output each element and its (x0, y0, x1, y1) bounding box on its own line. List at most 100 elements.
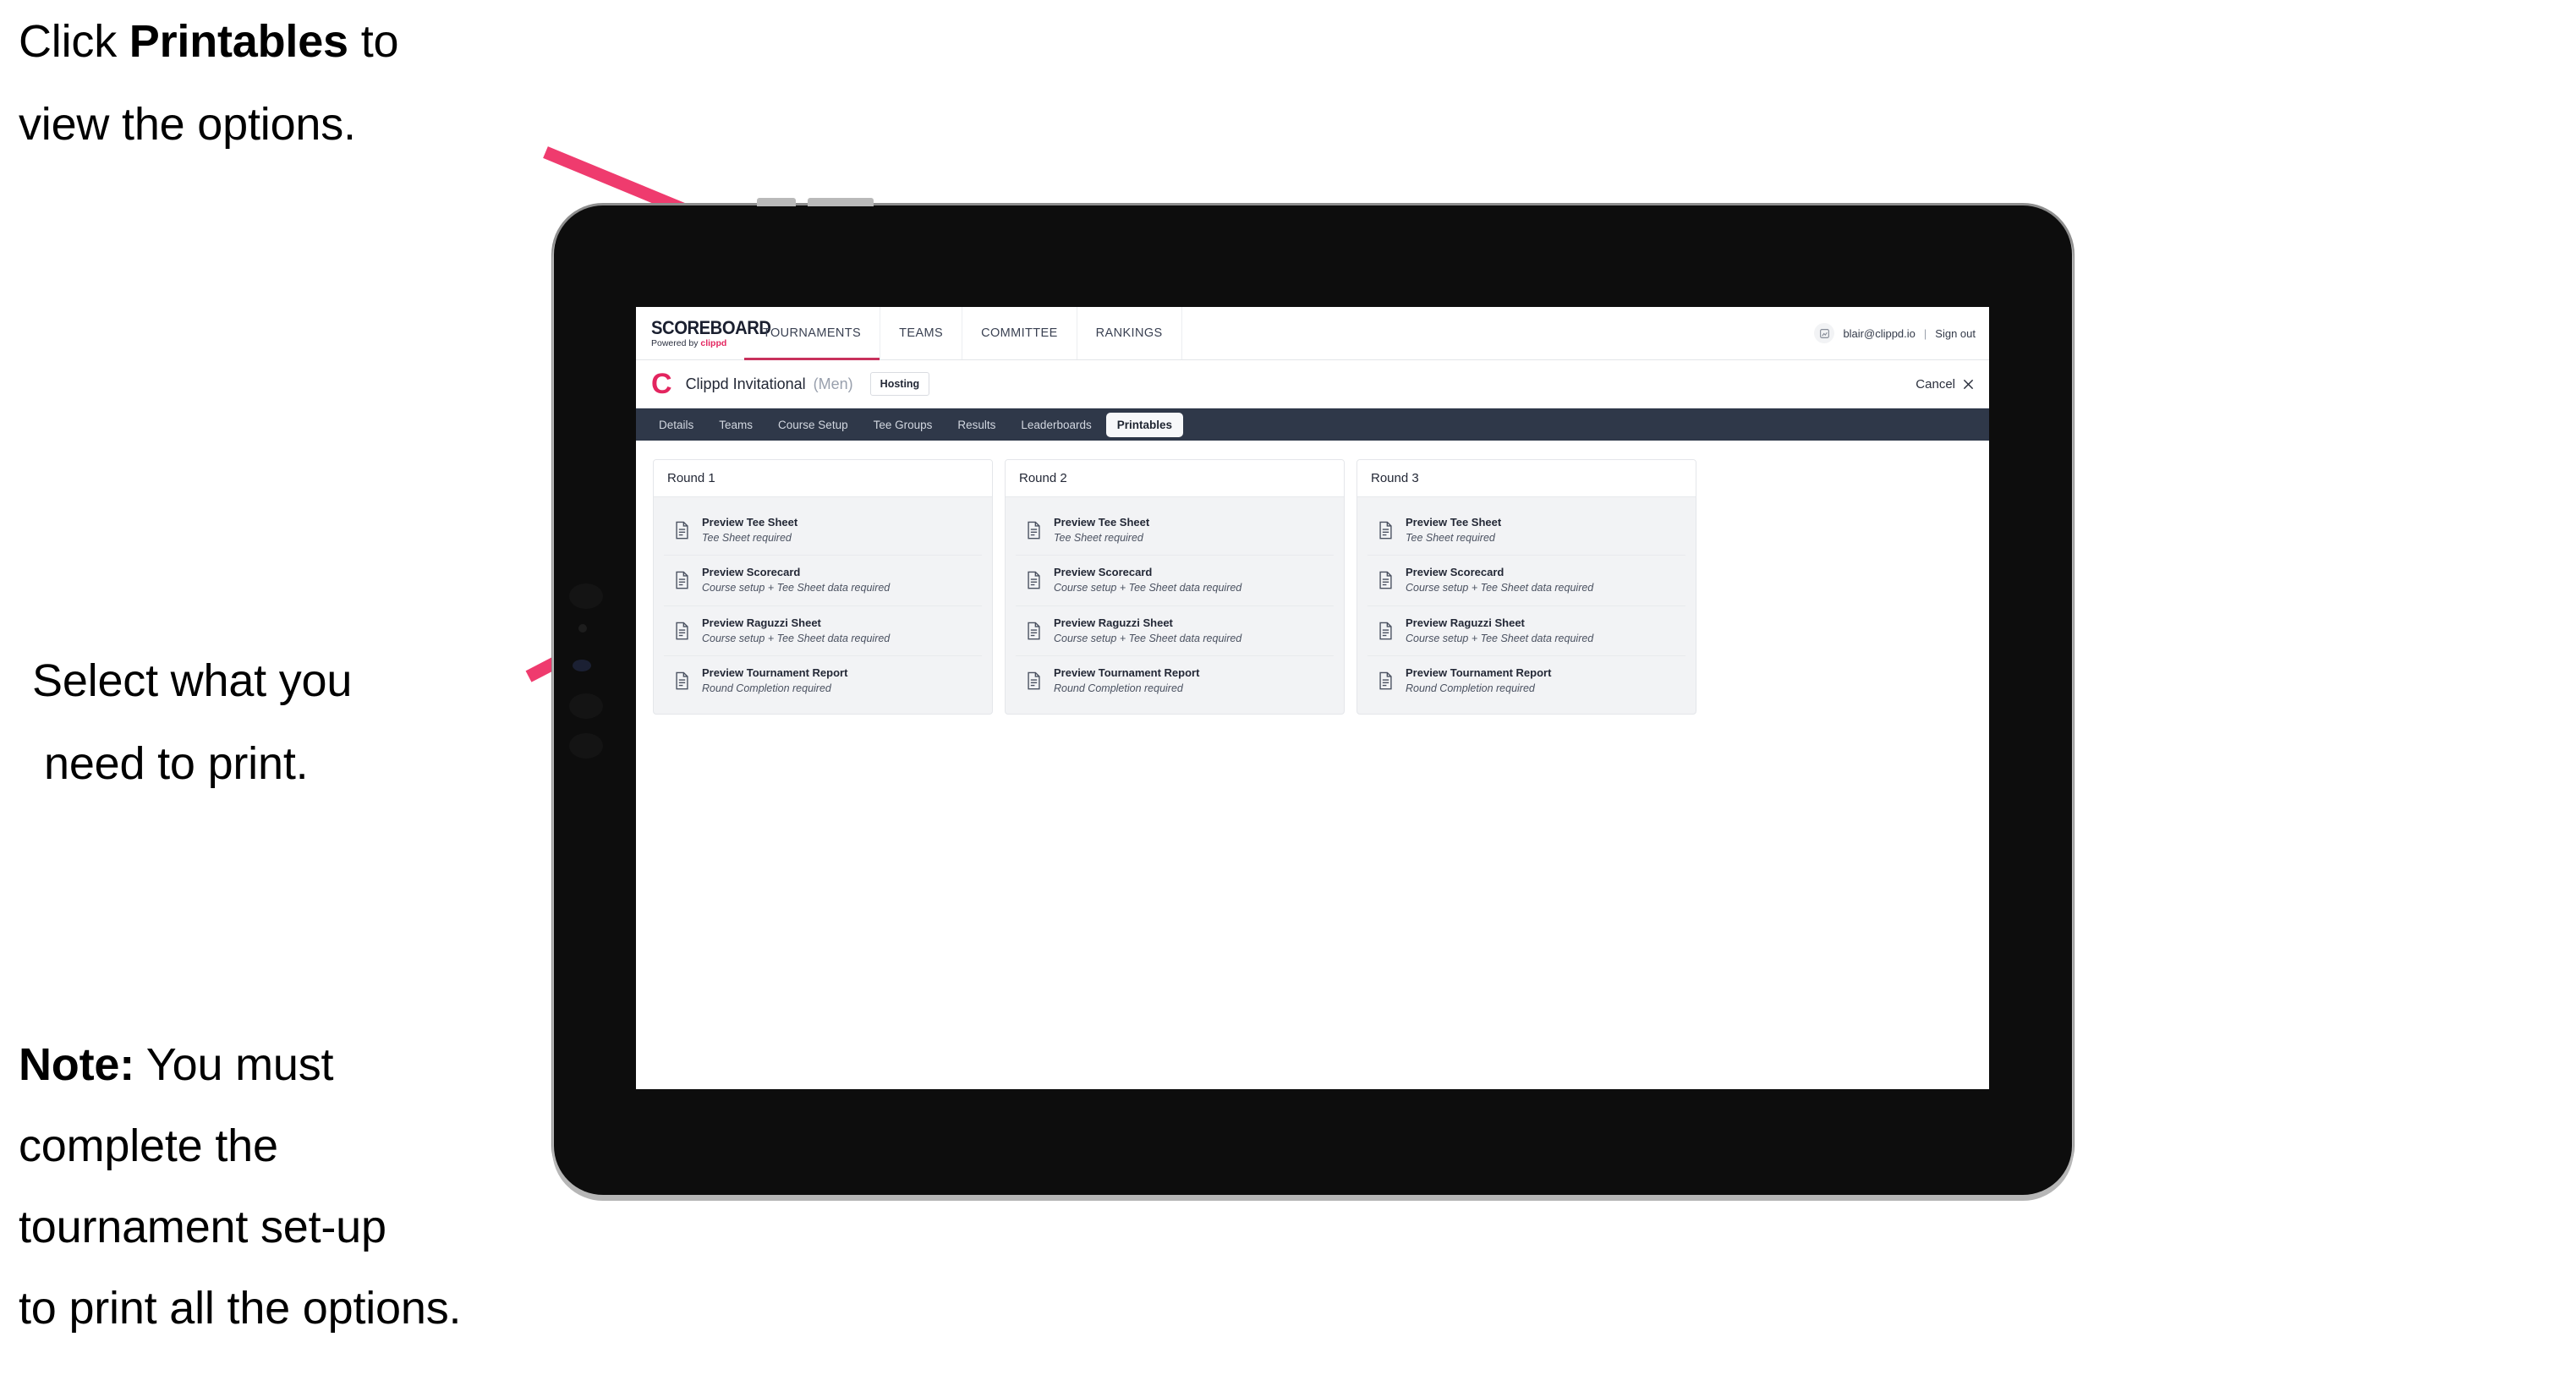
tablet-device: SCOREBOARD Powered by clippd TOURNAMENTS… (554, 198, 2072, 1195)
topnav-user-area: blair@clippd.io | Sign out (1814, 307, 1989, 359)
user-email-label: blair@clippd.io (1843, 326, 1916, 340)
sign-out-link[interactable]: Sign out (1935, 327, 1976, 340)
round-card-body: Preview Tee Sheet Tee Sheet required Pre… (1357, 497, 1696, 714)
instruction-step-2: Select what you need to print. (32, 658, 590, 786)
document-icon (1379, 572, 1392, 589)
printable-item-subtitle: Course setup + Tee Sheet data required (1054, 582, 1242, 594)
printable-item-scorecard[interactable]: Preview Scorecard Course setup + Tee She… (1016, 556, 1334, 606)
subtab-teams[interactable]: Teams (708, 413, 764, 437)
subtab-tee-groups[interactable]: Tee Groups (863, 413, 944, 437)
printables-content: Round 1 Preview Tee Sheet Tee Sheet requ… (636, 441, 1989, 734)
side-button-bottom[interactable] (569, 733, 603, 759)
document-icon (1379, 671, 1392, 690)
subtab-teams-label: Teams (719, 418, 754, 431)
printable-item-raguzzi-sheet[interactable]: Preview Raguzzi Sheet Course setup + Tee… (1016, 606, 1334, 656)
document-icon (676, 521, 688, 540)
subtab-details-label: Details (659, 418, 694, 431)
subtab-printables[interactable]: Printables (1105, 412, 1184, 437)
brand-subtitle: Powered by clippd (651, 339, 744, 348)
printable-item-subtitle: Course setup + Tee Sheet data required (1406, 582, 1594, 594)
user-avatar-icon[interactable] (1814, 323, 1835, 343)
subtab-leaderboards[interactable]: Leaderboards (1010, 413, 1102, 437)
printable-item-subtitle: Round Completion required (702, 682, 831, 694)
printable-item-tournament-report[interactable]: Preview Tournament Report Round Completi… (664, 656, 982, 705)
printable-item-title: Preview Raguzzi Sheet (1054, 616, 1173, 629)
note-line3: tournament set-up (19, 1202, 386, 1252)
round-card-header: Round 1 (654, 460, 992, 497)
subtab-printables-label: Printables (1116, 418, 1173, 431)
document-icon (1028, 671, 1040, 690)
tournament-gender: (Men) (813, 375, 853, 392)
printable-item-subtitle: Round Completion required (1054, 682, 1183, 694)
tournament-subtab-bar: Details Teams Course Setup Tee Groups Re… (636, 408, 1989, 441)
printable-item-title: Preview Scorecard (1406, 566, 1504, 579)
printable-item-title: Preview Tournament Report (1054, 666, 1200, 679)
printable-item-tournament-report[interactable]: Preview Tournament Report Round Completi… (1367, 656, 1685, 705)
printable-item-scorecard[interactable]: Preview Scorecard Course setup + Tee She… (1367, 556, 1685, 606)
nav-tab-rankings-label: RANKINGS (1095, 326, 1163, 340)
powered-by-prefix: Powered by (651, 337, 701, 348)
subtab-results[interactable]: Results (946, 413, 1006, 437)
printable-item-raguzzi-sheet[interactable]: Preview Raguzzi Sheet Course setup + Tee… (1367, 606, 1685, 656)
printable-item-title: Preview Tournament Report (1406, 666, 1552, 679)
printable-item-subtitle: Course setup + Tee Sheet data required (1054, 632, 1242, 644)
clippd-logo-icon[interactable]: C (651, 370, 672, 398)
instruction-step-1-bold: Printables (129, 16, 348, 67)
document-icon (676, 671, 688, 690)
subtab-details[interactable]: Details (648, 413, 704, 437)
nav-tab-rankings[interactable]: RANKINGS (1077, 307, 1182, 359)
printable-item-subtitle: Tee Sheet required (702, 531, 792, 544)
printable-item-title: Preview Scorecard (1054, 566, 1153, 579)
nav-tab-committee[interactable]: COMMITTEE (962, 307, 1077, 359)
subtab-leaderboards-label: Leaderboards (1021, 418, 1092, 431)
subtab-results-label: Results (957, 418, 996, 431)
nav-tab-tournaments-label: TOURNAMENTS (763, 326, 862, 340)
printable-item-tee-sheet[interactable]: Preview Tee Sheet Tee Sheet required (1367, 506, 1685, 556)
side-button-middle[interactable] (569, 693, 603, 719)
printable-item-title: Preview Tee Sheet (702, 516, 798, 529)
topnav-separator: | (1923, 326, 1927, 340)
tournament-name: Clippd Invitational (685, 375, 806, 392)
document-icon (1028, 622, 1040, 640)
printable-item-scorecard[interactable]: Preview Scorecard Course setup + Tee She… (664, 556, 982, 606)
side-button-top[interactable] (569, 583, 603, 609)
volume-button-up[interactable] (757, 198, 796, 206)
printable-item-tee-sheet[interactable]: Preview Tee Sheet Tee Sheet required (664, 506, 982, 556)
hosting-badge[interactable]: Hosting (869, 372, 930, 396)
nav-tab-tournaments[interactable]: TOURNAMENTS (744, 307, 881, 360)
subtab-course-setup[interactable]: Course Setup (767, 413, 859, 437)
note-line4: to print all the options. (19, 1283, 462, 1334)
volume-button-down[interactable] (808, 198, 874, 206)
close-icon (1963, 379, 1974, 389)
printable-item-subtitle: Round Completion required (1406, 682, 1535, 694)
printable-item-title: Preview Tee Sheet (1406, 516, 1502, 529)
round-card: Round 2 Preview Tee Sheet Tee Sheet requ… (1005, 459, 1345, 715)
printable-item-subtitle: Course setup + Tee Sheet data required (1406, 632, 1594, 644)
round-card: Round 3 Preview Tee Sheet Tee Sheet requ… (1357, 459, 1696, 715)
tablet-screen: SCOREBOARD Powered by clippd TOURNAMENTS… (636, 307, 1989, 1089)
round-card-header: Round 3 (1357, 460, 1696, 497)
tournament-header-bar: C Clippd Invitational (Men) Hosting Canc… (636, 360, 1989, 408)
cancel-button[interactable]: Cancel (1916, 377, 1974, 392)
printable-item-title: Preview Tee Sheet (1054, 516, 1150, 529)
printable-item-title: Preview Raguzzi Sheet (1406, 616, 1525, 629)
round-card-header: Round 2 (1006, 460, 1344, 497)
printable-item-tee-sheet[interactable]: Preview Tee Sheet Tee Sheet required (1016, 506, 1334, 556)
nav-tab-teams-label: TEAMS (899, 326, 944, 340)
printable-item-subtitle: Tee Sheet required (1054, 531, 1143, 544)
printable-item-subtitle: Course setup + Tee Sheet data required (702, 632, 891, 644)
document-icon (676, 622, 688, 640)
printable-item-raguzzi-sheet[interactable]: Preview Raguzzi Sheet Course setup + Tee… (664, 606, 982, 656)
sensor-icon (573, 660, 591, 671)
clippd-name: clippd (700, 337, 727, 348)
printable-item-title: Preview Scorecard (702, 566, 801, 579)
scoreboard-logo[interactable]: SCOREBOARD Powered by clippd (636, 307, 771, 359)
nav-tab-teams[interactable]: TEAMS (880, 307, 963, 359)
printable-item-title: Preview Raguzzi Sheet (702, 616, 821, 629)
document-icon (1028, 572, 1040, 589)
printable-item-tournament-report[interactable]: Preview Tournament Report Round Completi… (1016, 656, 1334, 705)
brand-title: SCOREBOARD (651, 316, 771, 338)
document-icon (1379, 622, 1392, 640)
instruction-step-1: Click Printables to view the options. (19, 19, 594, 147)
note-line1-rest: You must (134, 1039, 334, 1090)
